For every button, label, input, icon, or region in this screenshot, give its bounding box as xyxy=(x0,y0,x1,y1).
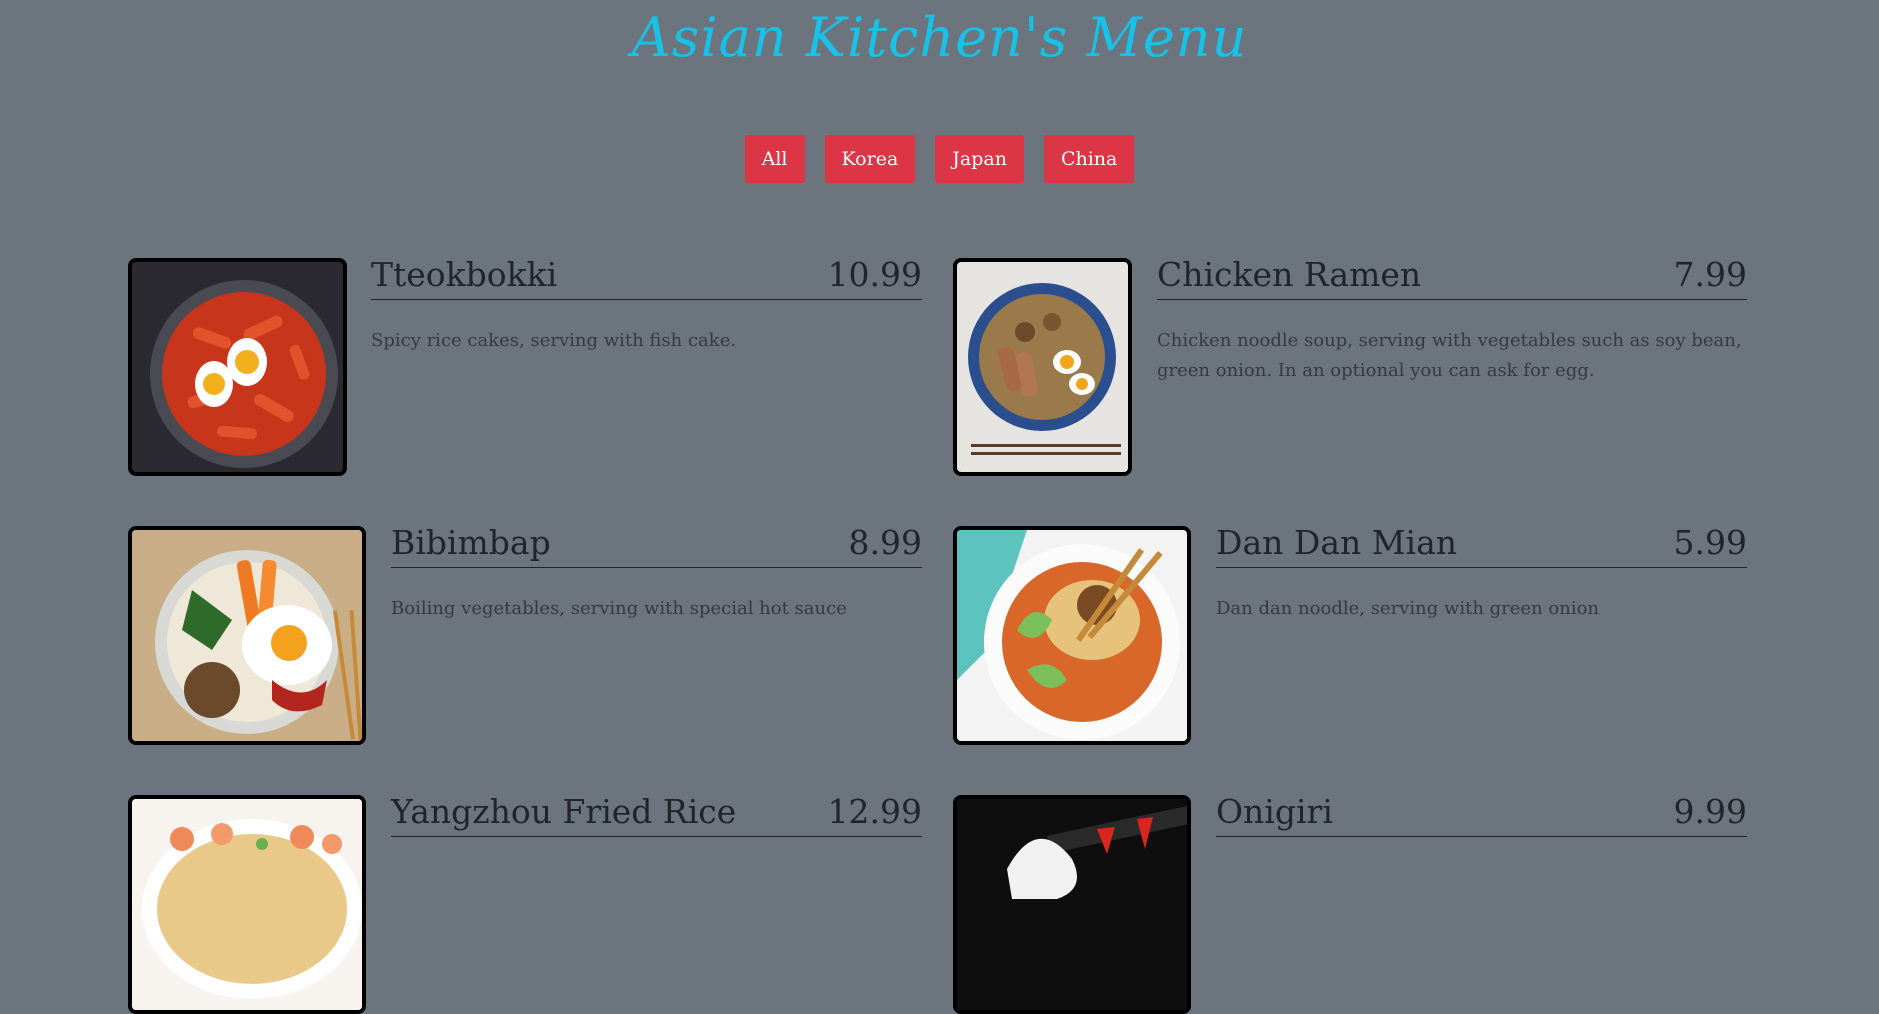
filter-china-button[interactable]: China xyxy=(1043,135,1135,183)
tteokbokki-info: Tteokbokki 10.99 Spicy rice cakes, servi… xyxy=(371,258,922,356)
item-name: Chicken Ramen xyxy=(1157,255,1422,294)
item-price: 5.99 xyxy=(1673,523,1747,562)
chicken-ramen-photo xyxy=(953,258,1132,476)
bibimbap-photo xyxy=(128,526,366,745)
item-price: 7.99 xyxy=(1673,255,1747,294)
item-price: 12.99 xyxy=(827,792,922,831)
dan-dan-mian-photo xyxy=(953,526,1191,745)
item-name: Yangzhou Fried Rice xyxy=(391,792,737,831)
yangzhou-fried-rice-info: Yangzhou Fried Rice 12.99 xyxy=(391,795,922,863)
chicken-ramen-info: Chicken Ramen 7.99 Chicken noodle soup, … xyxy=(1157,258,1747,386)
item-description: Boiling vegetables, serving with special… xyxy=(391,598,847,619)
onigiri-info: Onigiri 9.99 xyxy=(1216,795,1747,863)
dan-dan-mian-info: Dan Dan Mian 5.99 Dan dan noodle, servin… xyxy=(1216,526,1747,624)
item-description: Dan dan noodle, serving with green onion xyxy=(1216,598,1600,619)
filter-korea-button[interactable]: Korea xyxy=(824,135,916,183)
filter-japan-button[interactable]: Japan xyxy=(935,135,1024,183)
category-filters: All Korea Japan China xyxy=(0,135,1879,183)
yangzhou-fried-rice-photo xyxy=(128,795,366,1014)
item-price: 8.99 xyxy=(848,523,922,562)
item-description: Spicy rice cakes, serving with fish cake… xyxy=(371,330,737,351)
item-price: 9.99 xyxy=(1673,792,1747,831)
item-name: Dan Dan Mian xyxy=(1216,523,1458,562)
tteokbokki-photo xyxy=(128,258,347,476)
onigiri-photo xyxy=(953,795,1191,1014)
item-name: Onigiri xyxy=(1216,792,1333,831)
item-name: Bibimbap xyxy=(391,523,551,562)
bibimbap-info: Bibimbap 8.99 Boiling vegetables, servin… xyxy=(391,526,922,624)
item-price: 10.99 xyxy=(827,255,922,294)
item-name: Tteokbokki xyxy=(371,255,558,294)
item-description: Chicken noodle soup, serving with vegeta… xyxy=(1157,330,1742,381)
filter-all-button[interactable]: All xyxy=(744,135,805,183)
page-title: Asian Kitchen's Menu xyxy=(631,6,1248,69)
